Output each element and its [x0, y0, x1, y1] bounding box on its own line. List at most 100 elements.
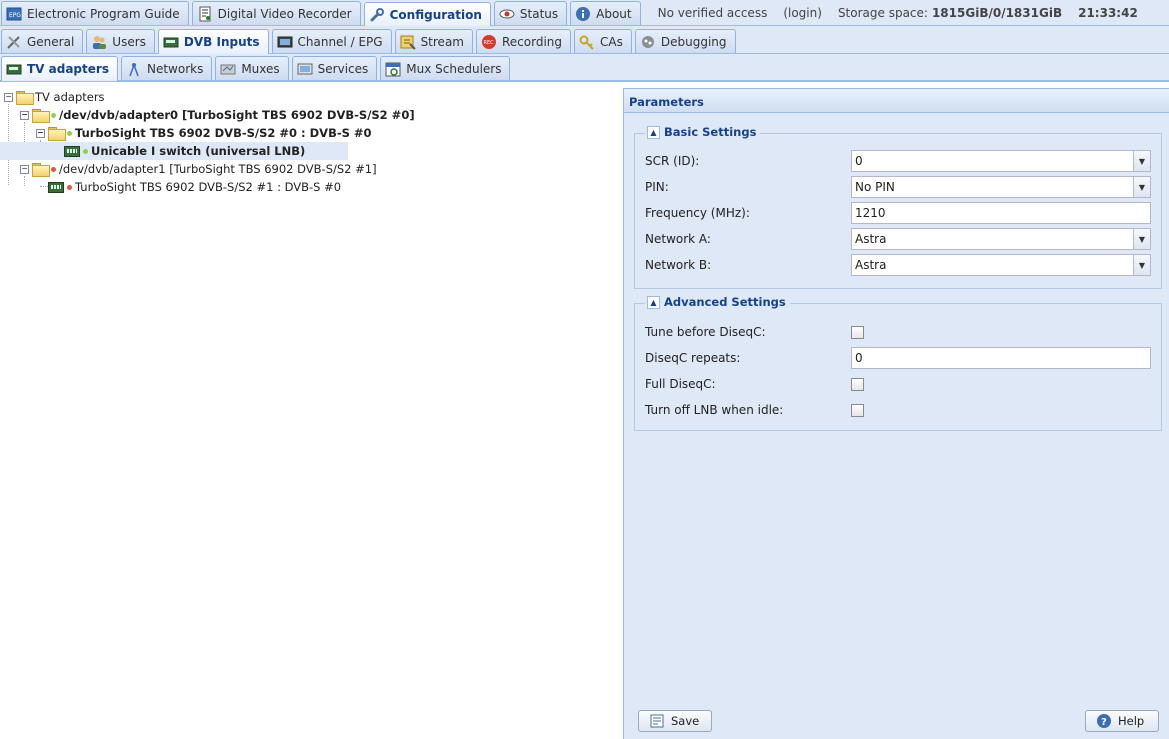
tab-mux-schedulers[interactable]: Mux Schedulers	[380, 56, 511, 80]
tab-stream[interactable]: Stream	[394, 29, 473, 53]
tree-node-lnb0[interactable]: Unicable I switch (universal LNB)	[0, 142, 348, 160]
diseqc-repeats-label: DiseqC repeats:	[645, 351, 741, 365]
access-status: No verified access	[657, 6, 768, 20]
status-enabled-icon	[51, 112, 56, 118]
svg-text:?: ?	[1101, 717, 1107, 728]
tab-general-label: General	[27, 34, 75, 49]
diseqc-repeats-row: DiseqC repeats: 0	[645, 347, 1151, 369]
tab-stream-label: Stream	[420, 34, 464, 49]
login-link[interactable]: (login)	[783, 6, 822, 20]
tab-networks[interactable]: Networks	[120, 56, 213, 80]
tune-before-checkbox[interactable]	[851, 325, 864, 339]
tree-node-adapter1[interactable]: − /dev/dvb/adapter1 [TurboSight TBS 6902…	[20, 160, 377, 178]
tv-icon	[277, 34, 293, 50]
scr-select[interactable]: 0 ▼	[851, 150, 1151, 172]
main-tab-bar: EPG Electronic Program Guide Digital Vid…	[0, 0, 1169, 26]
tab-general[interactable]: General	[1, 29, 84, 53]
folder-icon	[32, 163, 50, 177]
save-label: Save	[671, 714, 700, 728]
collapse-icon[interactable]: −	[20, 164, 29, 174]
bug-icon	[640, 34, 656, 50]
tab-muxes[interactable]: Muxes	[215, 56, 289, 80]
lnb-off-checkbox[interactable]	[851, 403, 864, 417]
adapter-tree: − TV adapters − /dev/dvb/adapter0 [Turbo…	[0, 84, 622, 739]
tab-dvb-inputs-label: DVB Inputs	[183, 35, 260, 49]
tab-users-label: Users	[112, 34, 146, 49]
diseqc-repeats-input[interactable]: 0	[851, 347, 1151, 369]
tab-users[interactable]: Users	[86, 29, 155, 53]
tab-services[interactable]: Services	[291, 56, 378, 80]
full-diseqc-row: Full DiseqC:	[645, 373, 1151, 395]
save-icon	[649, 713, 665, 729]
antenna-icon	[126, 61, 142, 77]
dvb-tab-bar: TV adapters Networks Muxes Services Mux …	[0, 54, 1169, 82]
eye-icon	[499, 6, 515, 22]
status-enabled-icon	[67, 130, 72, 136]
frequency-row: Frequency (MHz): 1210	[645, 202, 1151, 224]
collapse-icon[interactable]: −	[4, 92, 13, 102]
tree-connector	[40, 186, 48, 187]
tab-epg[interactable]: EPG Electronic Program Guide	[1, 1, 189, 25]
advanced-settings-fieldset: ▲ Advanced Settings Tune before DiseqC: …	[634, 295, 1162, 431]
mux-icon	[220, 61, 236, 77]
chevron-down-icon[interactable]: ▼	[1133, 229, 1150, 249]
tab-cas[interactable]: CAs	[574, 29, 632, 53]
basic-settings-fieldset: ▲ Basic Settings SCR (ID): 0 ▼ PIN: No P…	[634, 125, 1162, 289]
tab-recording[interactable]: REC Recording	[475, 29, 572, 53]
network-b-select[interactable]: Astra ▼	[851, 254, 1151, 276]
tree-node-label: TV adapters	[35, 90, 105, 104]
lnb-off-label: Turn off LNB when idle:	[645, 403, 784, 417]
tab-channel-epg[interactable]: Channel / EPG	[271, 29, 392, 53]
storage-info: Storage space: 1815GiB/0/1831GiB	[838, 6, 1062, 20]
tab-dvr[interactable]: Digital Video Recorder	[191, 1, 361, 25]
tab-cas-label: CAs	[600, 34, 623, 49]
advanced-settings-label: Advanced Settings	[664, 295, 786, 309]
dvb-card-icon	[64, 145, 80, 157]
collapse-icon[interactable]: −	[36, 128, 45, 138]
tab-status[interactable]: Status	[493, 1, 568, 25]
network-a-select[interactable]: Astra ▼	[851, 228, 1151, 250]
scr-value: 0	[855, 154, 863, 168]
pin-select[interactable]: No PIN ▼	[851, 176, 1151, 198]
tab-tv-adapters-label: TV adapters	[27, 62, 109, 76]
full-diseqc-checkbox[interactable]	[851, 377, 864, 391]
full-diseqc-label: Full DiseqC:	[645, 377, 716, 391]
tab-debugging[interactable]: Debugging	[634, 29, 736, 53]
tab-channel-epg-label: Channel / EPG	[297, 34, 383, 49]
tree-node-frontend0[interactable]: − TurboSight TBS 6902 DVB-S/S2 #0 : DVB-…	[36, 124, 372, 142]
dvb-card-icon	[48, 181, 64, 193]
tab-configuration[interactable]: Configuration	[363, 2, 491, 26]
tree-node-label: /dev/dvb/adapter0 [TurboSight TBS 6902 D…	[59, 108, 415, 122]
lnb-off-row: Turn off LNB when idle:	[645, 399, 1151, 421]
help-button[interactable]: ? Help	[1085, 710, 1159, 732]
collapse-up-icon[interactable]: ▲	[647, 295, 660, 309]
tab-about-label: About	[596, 6, 632, 21]
chevron-down-icon[interactable]: ▼	[1133, 177, 1150, 197]
dvr-icon	[197, 6, 213, 22]
tab-about[interactable]: About	[570, 1, 641, 25]
collapse-icon[interactable]: −	[20, 110, 29, 120]
tree-node-frontend1[interactable]: TurboSight TBS 6902 DVB-S/S2 #1 : DVB-S …	[48, 178, 341, 196]
tab-muxes-label: Muxes	[241, 61, 280, 76]
users-icon	[91, 34, 107, 50]
wrench-icon	[369, 7, 385, 23]
tab-tv-adapters[interactable]: TV adapters	[1, 56, 118, 81]
chevron-down-icon[interactable]: ▼	[1133, 151, 1150, 171]
tree-node-adapter0[interactable]: − /dev/dvb/adapter0 [TurboSight TBS 6902…	[20, 106, 415, 124]
status-disabled-icon	[51, 166, 56, 172]
tree-node-root[interactable]: − TV adapters	[4, 88, 105, 106]
key-icon	[579, 34, 595, 50]
save-button[interactable]: Save	[638, 710, 712, 732]
tab-dvb-inputs[interactable]: DVB Inputs	[157, 29, 269, 54]
pin-row: PIN: No PIN ▼	[645, 176, 1151, 198]
tab-dvr-label: Digital Video Recorder	[217, 6, 352, 21]
network-b-value: Astra	[855, 258, 887, 272]
parameters-title: Parameters	[624, 89, 1169, 113]
tree-node-label: TurboSight TBS 6902 DVB-S/S2 #0 : DVB-S …	[75, 126, 372, 140]
svg-text:REC: REC	[483, 40, 494, 46]
tab-epg-label: Electronic Program Guide	[27, 6, 180, 21]
frequency-input[interactable]: 1210	[851, 202, 1151, 224]
chevron-down-icon[interactable]: ▼	[1133, 255, 1150, 275]
tab-services-label: Services	[317, 61, 369, 76]
collapse-up-icon[interactable]: ▲	[647, 125, 660, 139]
